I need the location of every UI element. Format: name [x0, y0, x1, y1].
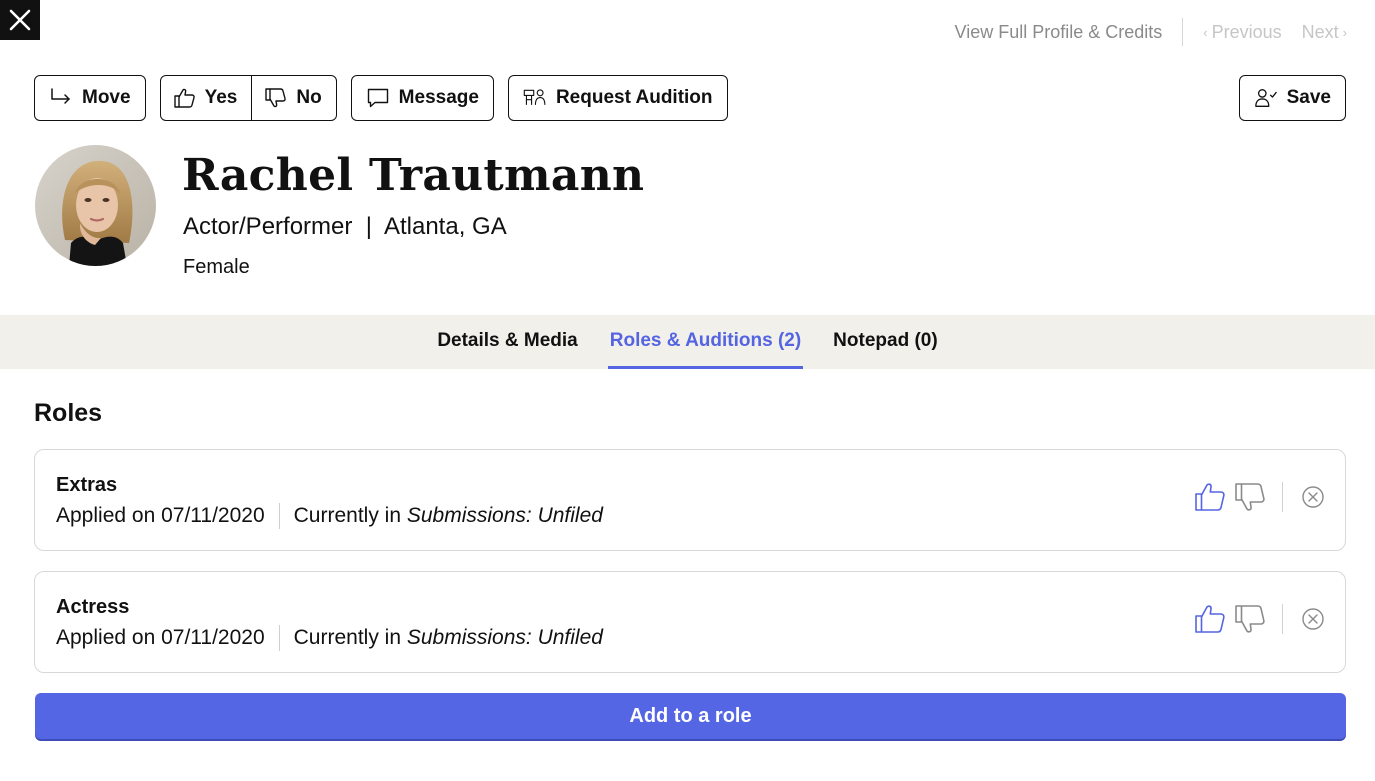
tab-notepad[interactable]: Notepad (0) — [831, 315, 940, 369]
save-button[interactable]: Save — [1238, 75, 1346, 121]
role-meta: Applied on 07/11/2020 Currently in Submi… — [56, 503, 603, 529]
thumbs-down-icon — [265, 88, 287, 108]
role-card-actress: Actress Applied on 07/11/2020 Currently … — [34, 571, 1346, 673]
role-card-extras: Extras Applied on 07/11/2020 Currently i… — [34, 449, 1346, 551]
user-check-icon — [1254, 89, 1277, 107]
request-audition-label: Request Audition — [555, 87, 713, 108]
close-button[interactable] — [0, 0, 40, 40]
close-icon — [9, 9, 31, 31]
next-link[interactable]: Next › — [1302, 22, 1347, 43]
avatar — [35, 145, 156, 266]
role-actions — [1194, 480, 1325, 514]
message-button[interactable]: Message — [350, 75, 494, 121]
next-label: Next — [1301, 21, 1339, 42]
move-button[interactable]: Move — [34, 75, 146, 121]
no-label: No — [296, 87, 322, 108]
add-to-role-button[interactable]: Add to a role — [35, 693, 1346, 739]
move-arrow-icon — [51, 88, 70, 104]
chevron-right-icon: › — [1342, 24, 1347, 40]
thumbs-up-icon[interactable] — [1194, 480, 1228, 514]
save-label: Save — [1286, 87, 1331, 108]
nav-divider — [1182, 18, 1184, 46]
thumbs-up-icon — [173, 88, 195, 108]
role-applied-date: Applied on 07/11/2020 — [56, 626, 265, 649]
yes-no-group: Yes No — [159, 75, 337, 121]
audition-icon — [523, 89, 546, 105]
tab-details-media[interactable]: Details & Media — [435, 315, 579, 369]
remove-circle-icon[interactable] — [1301, 485, 1325, 509]
chevron-left-icon: ‹ — [1203, 24, 1208, 40]
tab-bar: Details & Media Roles & Auditions (2) No… — [0, 315, 1375, 369]
thumbs-down-icon[interactable] — [1234, 602, 1268, 636]
profile-name: Rachel Trautmann — [182, 150, 645, 201]
role-status-prefix: Currently in — [293, 626, 402, 649]
role-status-folder[interactable]: Submissions: Unfiled — [407, 626, 603, 650]
actions-divider — [1282, 482, 1283, 512]
role-title: Actress — [56, 596, 130, 618]
yes-label: Yes — [204, 87, 238, 108]
role-applied-date: Applied on 07/11/2020 — [56, 504, 265, 527]
role-actions — [1194, 602, 1325, 636]
profile-gender: Female — [183, 256, 250, 278]
profile-separator: | — [365, 213, 372, 240]
role-title: Extras — [56, 474, 118, 496]
thumbs-down-icon[interactable] — [1234, 480, 1268, 514]
role-meta: Applied on 07/11/2020 Currently in Submi… — [56, 625, 603, 651]
no-button[interactable]: No — [251, 76, 335, 120]
profile-photo — [35, 145, 156, 266]
profile-navigation: View Full Profile & Credits ‹ Previous N… — [955, 18, 1347, 46]
thumbs-up-icon[interactable] — [1194, 602, 1228, 636]
view-full-profile-link[interactable]: View Full Profile & Credits — [955, 22, 1163, 43]
message-label: Message — [398, 87, 479, 108]
yes-button[interactable]: Yes — [161, 76, 252, 120]
profile-location: Atlanta, GA — [383, 213, 507, 240]
profile-subline: Actor/Performer | Atlanta, GA — [183, 213, 507, 241]
roles-heading: Roles — [34, 399, 103, 427]
remove-circle-icon[interactable] — [1301, 607, 1325, 631]
role-status-folder[interactable]: Submissions: Unfiled — [407, 504, 603, 528]
profile-role: Actor/Performer — [183, 213, 353, 240]
meta-divider — [278, 625, 280, 651]
previous-link[interactable]: ‹ Previous — [1203, 22, 1281, 43]
request-audition-button[interactable]: Request Audition — [507, 75, 728, 121]
previous-label: Previous — [1211, 21, 1282, 42]
meta-divider — [278, 503, 280, 529]
role-status-prefix: Currently in — [293, 504, 402, 527]
action-toolbar: Move Yes No Message Request Audition — [34, 75, 728, 121]
actions-divider — [1282, 604, 1283, 634]
move-label: Move — [82, 87, 131, 108]
speech-bubble-icon — [367, 88, 388, 108]
tab-roles-auditions[interactable]: Roles & Auditions (2) — [607, 315, 804, 369]
